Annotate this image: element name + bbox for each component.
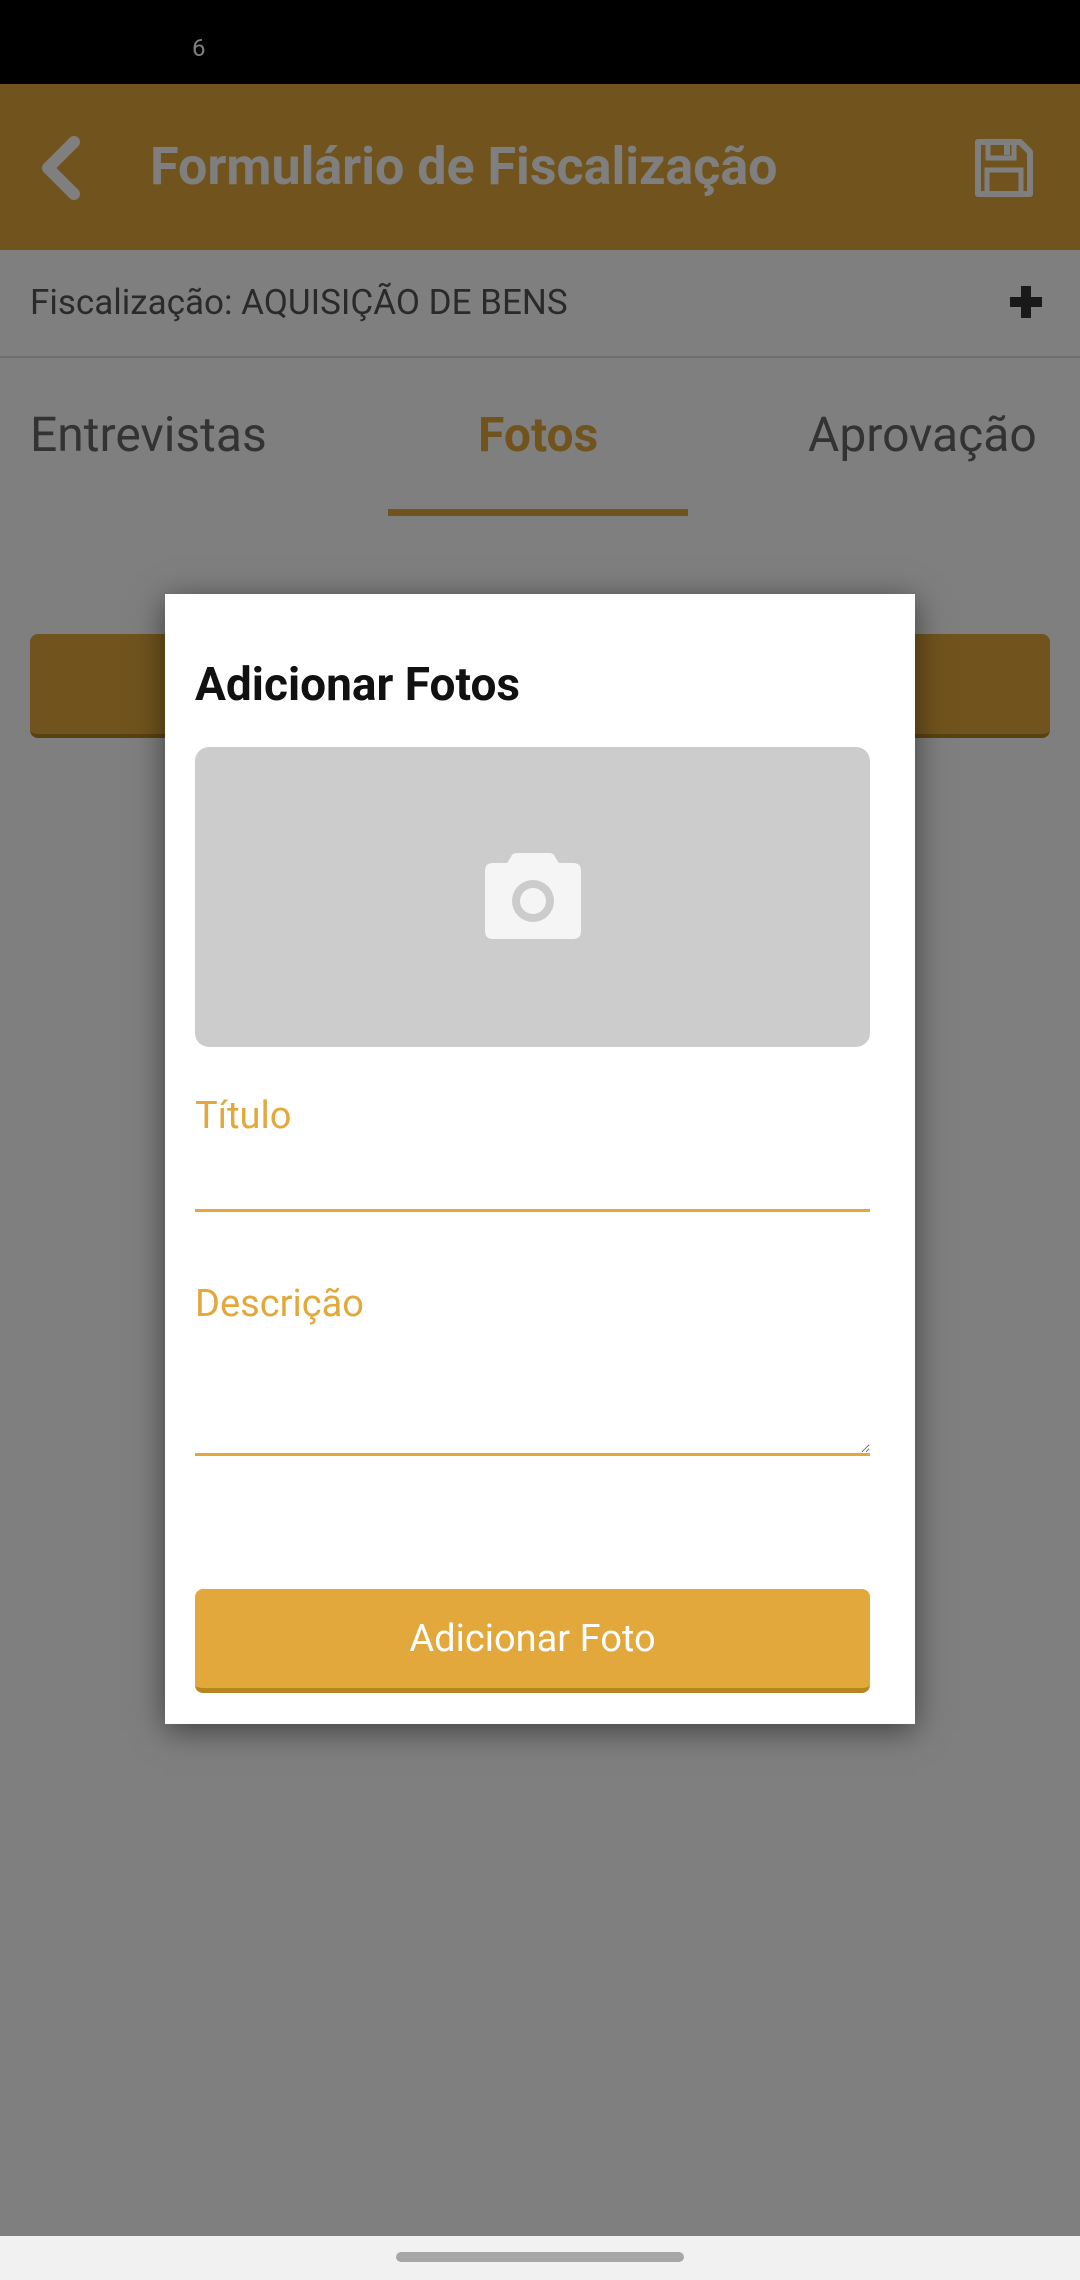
description-input[interactable] (195, 1342, 870, 1456)
title-input[interactable] (195, 1154, 870, 1212)
dialog-title: Adicionar Fotos (195, 658, 521, 712)
description-field-label: Descrição (195, 1282, 364, 1326)
system-navigation-bar (0, 2236, 1080, 2280)
add-photo-button[interactable]: Adicionar Foto (195, 1589, 870, 1693)
title-field-label: Título (195, 1094, 292, 1138)
home-gesture-handle[interactable] (396, 2252, 684, 2262)
photo-picker[interactable] (195, 747, 870, 1047)
add-photos-dialog: Adicionar Fotos Título Descrição Adicion… (165, 594, 915, 1724)
camera-icon (485, 853, 581, 939)
